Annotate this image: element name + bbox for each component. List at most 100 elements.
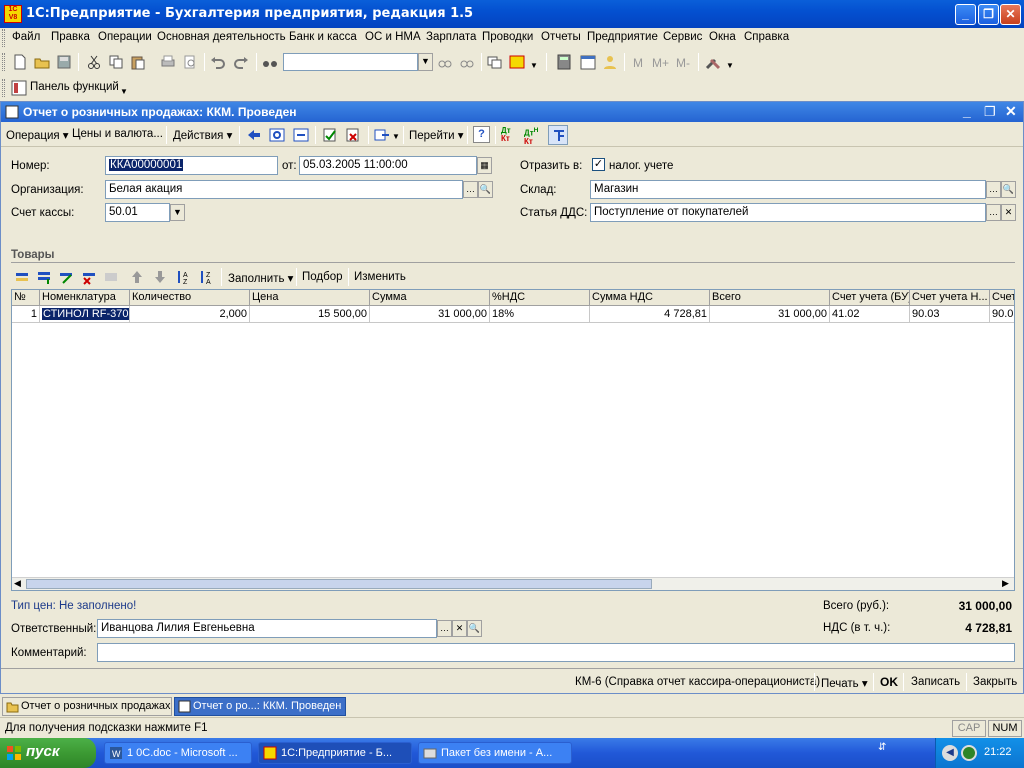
responsible-field[interactable]: Иванцова Лилия Евгеньевна — [97, 619, 437, 638]
calculator-icon[interactable] — [556, 54, 572, 70]
column-header[interactable]: Сумма — [370, 290, 490, 306]
cut-icon[interactable] — [86, 54, 102, 70]
clock[interactable]: 21:22 — [984, 746, 1012, 758]
comment-field[interactable] — [97, 643, 1015, 662]
change-button[interactable]: Изменить — [354, 271, 406, 283]
paste-icon[interactable] — [130, 54, 146, 70]
operation-menu-button[interactable]: Операция ▾ — [6, 128, 69, 142]
scroll-right-icon[interactable]: ▶ — [1002, 578, 1009, 589]
tax-accounting-checkbox[interactable]: ✓ — [592, 158, 605, 171]
km6-print-button[interactable]: КМ-6 (Справка отчет кассира-операционист… — [575, 676, 820, 688]
responsible-select-button[interactable]: … — [437, 620, 452, 637]
memory-m-button[interactable]: M — [633, 56, 643, 70]
refresh-icon[interactable] — [269, 127, 285, 143]
new-document-icon[interactable] — [12, 54, 28, 70]
taskbar-arrows-icon[interactable]: ⇵ — [878, 742, 886, 753]
toolbar-grip[interactable] — [2, 53, 5, 71]
warehouse-open-button[interactable]: 🔍 — [1001, 181, 1016, 198]
chevron-down-icon[interactable]: ▼ — [392, 132, 400, 141]
responsible-open-button[interactable]: 🔍 — [467, 620, 482, 637]
menu-entries[interactable]: Проводки — [482, 31, 533, 43]
back-arrow-icon[interactable] — [246, 127, 262, 143]
move-up-icon[interactable] — [129, 269, 145, 285]
memory-minus-button[interactable]: M- — [676, 56, 690, 70]
menu-operations[interactable]: Операции — [98, 31, 152, 43]
table-cell[interactable]: 41.02 — [830, 306, 910, 323]
table-cell[interactable]: 4 728,81 — [590, 306, 710, 323]
scroll-left-icon[interactable]: ◀ — [14, 578, 21, 589]
cash-account-dropdown[interactable]: ▼ — [170, 204, 185, 221]
calendar-icon[interactable] — [580, 54, 596, 70]
panel-icon[interactable] — [11, 80, 27, 96]
window-tab-retail-sales[interactable]: Отчет о розничных продажах — [2, 697, 172, 716]
taskbar-item-1c[interactable]: 1С:Предприятие - Б... — [258, 742, 412, 764]
taskbar-item-word[interactable]: W 1 0С.doc - Microsoft ... — [104, 742, 252, 764]
pick-button[interactable]: Подбор — [302, 271, 343, 283]
menu-reports[interactable]: Отчеты — [541, 31, 581, 43]
table-cell[interactable]: 31 000,00 — [710, 306, 830, 323]
binoculars-icon[interactable] — [262, 54, 278, 70]
minimize-button[interactable]: _ — [955, 4, 976, 25]
number-field[interactable]: ККА00000001 — [105, 156, 278, 175]
chevron-down-icon[interactable]: ▼ — [120, 87, 128, 96]
menu-bank-cash[interactable]: Банк и касса — [289, 31, 357, 43]
table-cell[interactable]: 1 — [12, 306, 40, 323]
search-input[interactable] — [283, 53, 418, 71]
menu-salary[interactable]: Зарплата — [426, 31, 476, 43]
menu-service[interactable]: Сервис — [663, 31, 702, 43]
unpost-document-icon[interactable] — [345, 127, 361, 143]
structure-icon[interactable] — [293, 127, 309, 143]
help-button[interactable]: ? — [473, 126, 490, 143]
copy-icon[interactable] — [108, 54, 124, 70]
preview-icon[interactable] — [182, 54, 198, 70]
sort-ascending-icon[interactable]: AZ — [175, 269, 191, 285]
print-menu-button[interactable]: Печать ▾ — [821, 676, 868, 690]
toolbar-grip[interactable] — [2, 79, 5, 97]
horizontal-scrollbar[interactable]: ◀ ▶ — [12, 577, 1014, 590]
menu-help[interactable]: Справка — [744, 31, 789, 43]
app-titlebar[interactable]: 1C V8 1С:Предприятие - Бухгалтерия предпр… — [0, 0, 1024, 28]
edit-row-icon[interactable] — [58, 269, 74, 285]
goods-table[interactable]: № Номенклатура Количество Цена Сумма %НД… — [11, 289, 1015, 591]
table-cell[interactable]: 31 000,00 — [370, 306, 490, 323]
ok-button[interactable]: OK — [880, 675, 898, 689]
prices-currency-button[interactable]: Цены и валюта... — [72, 128, 163, 140]
actions-menu-button[interactable]: Действия ▾ — [173, 128, 232, 142]
close-button[interactable]: ✕ — [1000, 4, 1021, 25]
column-header[interactable]: Всего — [710, 290, 830, 306]
column-header[interactable]: Счет учета (БУ) — [830, 290, 910, 306]
column-header[interactable]: № — [12, 290, 40, 306]
dds-select-button[interactable]: … — [986, 204, 1001, 221]
tools-icon[interactable] — [705, 54, 721, 70]
doc-minimize-button[interactable]: _ — [963, 103, 971, 119]
taskbar-item-package[interactable]: Пакет без имени - А... — [418, 742, 572, 764]
menu-grip[interactable] — [2, 29, 5, 47]
post-document-icon[interactable] — [322, 127, 338, 143]
warehouse-field[interactable]: Магазин — [590, 180, 986, 199]
price-type-link[interactable]: Тип цен: Не заполнено! — [11, 600, 136, 612]
memory-plus-button[interactable]: M+ — [652, 56, 669, 70]
sort-descending-icon[interactable]: ZA — [198, 269, 214, 285]
copy-row-icon[interactable] — [36, 269, 52, 285]
find-previous-icon[interactable] — [437, 54, 453, 70]
end-edit-icon[interactable] — [103, 269, 119, 285]
column-header[interactable]: Счет — [990, 290, 1014, 306]
menu-file[interactable]: Файл — [12, 31, 40, 43]
document-titlebar[interactable]: Отчет о розничных продажах: ККМ. Проведе… — [1, 102, 1023, 122]
table-cell[interactable]: 90.03 — [910, 306, 990, 323]
cash-account-field[interactable]: 50.01 — [105, 203, 170, 222]
dt-kt-tax-icon[interactable]: ДтН Кт — [524, 127, 538, 146]
column-header[interactable]: Счет учета Н... — [910, 290, 990, 306]
table-cell[interactable]: 15 500,00 — [250, 306, 370, 323]
doc-close-button[interactable]: ✕ — [1005, 103, 1017, 120]
menu-main-activity[interactable]: Основная деятельность — [157, 31, 286, 43]
date-field[interactable]: 05.03.2005 11:00:00 — [299, 156, 477, 175]
column-header[interactable]: Количество — [130, 290, 250, 306]
structure-subordinate-button[interactable] — [548, 125, 568, 145]
move-down-icon[interactable] — [152, 269, 168, 285]
table-cell[interactable]: 2,000 — [130, 306, 250, 323]
menu-windows[interactable]: Окна — [709, 31, 736, 43]
print-icon[interactable] — [160, 54, 176, 70]
redo-icon[interactable] — [233, 54, 249, 70]
doc-restore-button[interactable]: ❐ — [984, 104, 996, 120]
